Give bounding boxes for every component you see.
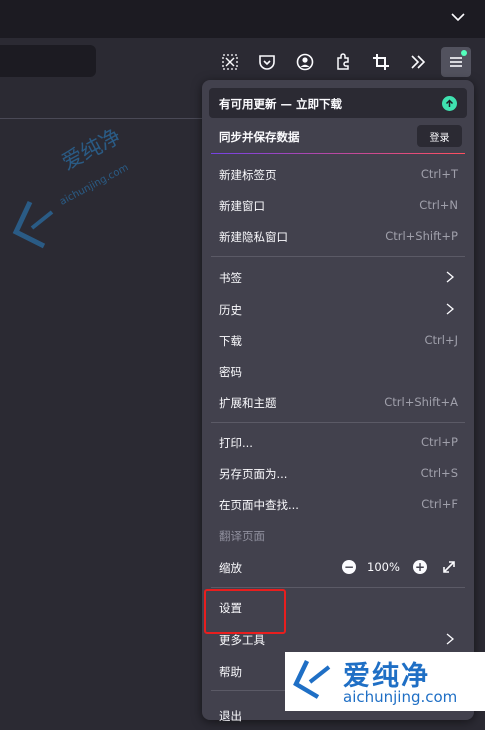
watermark-logo-icon bbox=[12, 200, 54, 249]
chevron-right-icon bbox=[446, 303, 455, 315]
menu-item-shortcut: Ctrl+F bbox=[421, 497, 458, 511]
menu-item-label: 历史 bbox=[219, 303, 242, 317]
menu-item-label: 帮助 bbox=[219, 665, 242, 679]
menu-item-downloads[interactable]: 下载 Ctrl+J bbox=[209, 325, 467, 355]
menu-item-label: 下载 bbox=[219, 334, 242, 348]
list-all-tabs-icon[interactable] bbox=[449, 8, 467, 26]
crop-icon bbox=[373, 54, 389, 70]
menu-item-label: 新建隐私窗口 bbox=[219, 230, 288, 244]
menu-item-shortcut: Ctrl+J bbox=[424, 333, 459, 347]
menu-item-label: 书签 bbox=[219, 271, 242, 285]
menu-item-label: 更多工具 bbox=[219, 633, 265, 647]
menu-item-label: 退出 bbox=[219, 709, 242, 723]
sync-label: 同步并保存数据 bbox=[219, 130, 300, 144]
menu-item-label: 新建标签页 bbox=[219, 168, 277, 182]
fullscreen-icon[interactable] bbox=[441, 559, 457, 575]
menu-item-label: 缩放 bbox=[219, 561, 242, 575]
menu-item-print[interactable]: 打印... Ctrl+P bbox=[209, 427, 467, 457]
menu-item-label: 扩展和主题 bbox=[219, 396, 277, 410]
extensions-icon bbox=[337, 53, 349, 70]
menu-separator bbox=[211, 587, 465, 588]
watermark-logo-icon bbox=[293, 660, 331, 699]
watermark-badge: 爱纯净 aichunjing.com bbox=[285, 652, 485, 711]
overflow-button[interactable] bbox=[403, 47, 433, 77]
menu-item-save-page[interactable]: 另存页面为... Ctrl+S bbox=[209, 458, 467, 488]
content-divider bbox=[0, 118, 210, 119]
login-button[interactable]: 登录 bbox=[417, 125, 462, 147]
menu-item-new-window[interactable]: 新建窗口 Ctrl+N bbox=[209, 190, 467, 220]
update-banner-label: 有可用更新 — 立即下载 bbox=[219, 97, 343, 111]
menu-item-label: 另存页面为... bbox=[219, 467, 288, 481]
sync-row: 同步并保存数据 登录 bbox=[209, 123, 467, 151]
screenshot-icon bbox=[222, 54, 238, 70]
menu-item-translate-page: 翻译页面 bbox=[209, 520, 467, 550]
zoom-reset-button[interactable]: 100% bbox=[367, 560, 400, 574]
menu-separator bbox=[211, 256, 465, 257]
settings-highlight-annotation bbox=[204, 589, 286, 634]
overflow-icon bbox=[411, 55, 426, 69]
menu-item-label: 翻译页面 bbox=[219, 529, 265, 543]
menu-item-label: 密码 bbox=[219, 365, 242, 379]
menu-item-shortcut: Ctrl+N bbox=[419, 198, 458, 212]
menu-item-passwords[interactable]: 密码 bbox=[209, 356, 467, 386]
update-banner[interactable]: 有可用更新 — 立即下载 bbox=[209, 88, 467, 118]
menu-item-addons-themes[interactable]: 扩展和主题 Ctrl+Shift+A bbox=[209, 387, 467, 417]
menu-item-shortcut: Ctrl+T bbox=[420, 167, 458, 181]
menu-item-shortcut: Ctrl+P bbox=[420, 435, 458, 449]
extensions-button[interactable] bbox=[328, 47, 358, 77]
update-indicator-dot bbox=[461, 50, 467, 56]
chevron-right-icon bbox=[446, 633, 455, 645]
menu-item-label: 新建窗口 bbox=[219, 199, 265, 213]
account-icon bbox=[296, 53, 314, 71]
zoom-in-button[interactable]: + bbox=[413, 560, 427, 574]
update-arrow-icon bbox=[442, 96, 457, 111]
watermark-faded: 爱纯净 aichunjing.com bbox=[12, 124, 162, 260]
menu-item-label: 打印... bbox=[219, 436, 253, 450]
menu-item-zoom: 缩放 − 100% + bbox=[209, 552, 467, 582]
menu-item-shortcut: Ctrl+Shift+P bbox=[385, 229, 458, 243]
menu-item-bookmarks[interactable]: 书签 bbox=[209, 262, 467, 292]
pocket-icon bbox=[259, 55, 275, 70]
crop-button[interactable] bbox=[366, 47, 396, 77]
app-menu-button[interactable] bbox=[441, 47, 471, 77]
tab-strip bbox=[0, 0, 485, 38]
menu-item-label: 在页面中查找... bbox=[219, 498, 299, 512]
zoom-out-button[interactable]: − bbox=[342, 560, 356, 574]
menu-item-history[interactable]: 历史 bbox=[209, 294, 467, 324]
chevron-right-icon bbox=[446, 271, 455, 283]
watermark-domain: aichunjing.com bbox=[343, 688, 458, 706]
screenshot-button[interactable] bbox=[215, 47, 245, 77]
account-separator bbox=[211, 153, 465, 154]
menu-item-shortcut: Ctrl+S bbox=[420, 466, 458, 480]
menu-item-find-in-page[interactable]: 在页面中查找... Ctrl+F bbox=[209, 489, 467, 519]
url-bar[interactable] bbox=[0, 45, 96, 77]
pocket-button[interactable] bbox=[252, 47, 282, 77]
menu-separator bbox=[211, 422, 465, 423]
menu-item-new-private-window[interactable]: 新建隐私窗口 Ctrl+Shift+P bbox=[209, 221, 467, 251]
menu-item-new-tab[interactable]: 新建标签页 Ctrl+T bbox=[209, 159, 467, 189]
account-button[interactable] bbox=[290, 47, 320, 77]
menu-item-shortcut: Ctrl+Shift+A bbox=[384, 395, 458, 409]
